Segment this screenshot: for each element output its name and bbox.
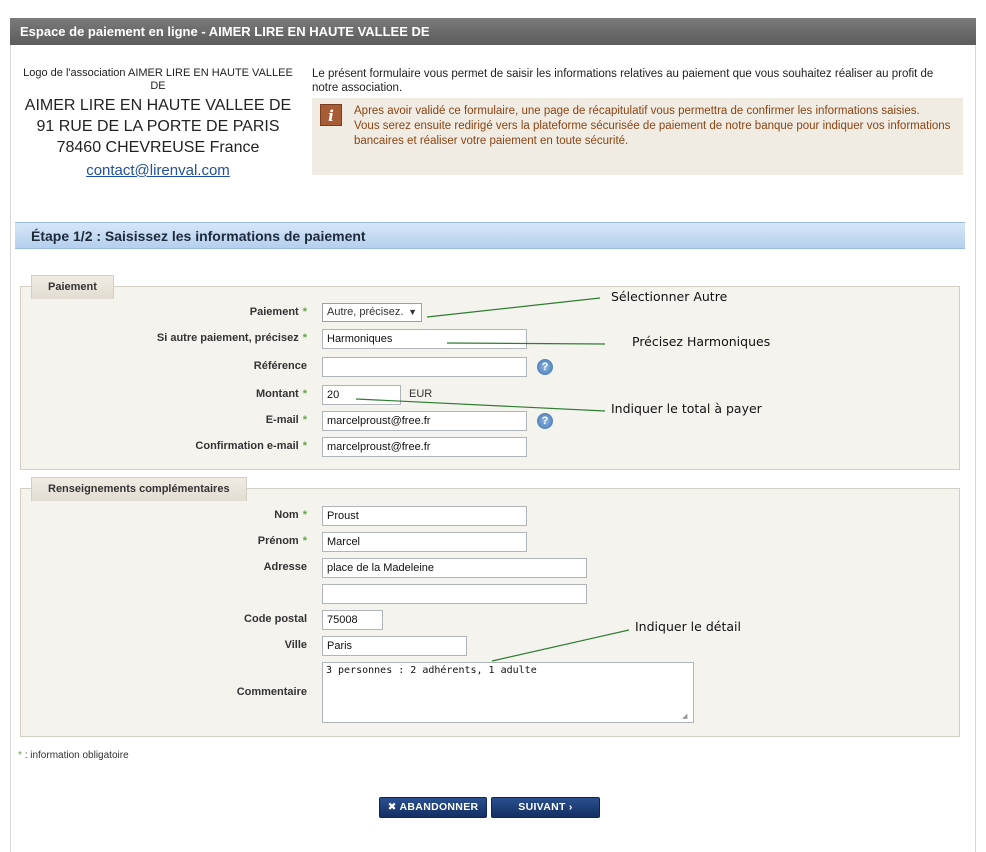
montant-unit: EUR <box>409 388 433 400</box>
autre-row: Si autre paiement, précisez * Harmoniques <box>21 329 959 349</box>
cancel-button[interactable]: ✖ ABANDONNER <box>379 797 487 818</box>
ville-input[interactable]: Paris <box>322 636 467 656</box>
association-address: 91 RUE DE LA PORTE DE PARIS <box>36 118 280 135</box>
info-icon: i <box>320 104 342 126</box>
resize-grip-icon[interactable]: ◢ <box>682 712 687 720</box>
cp-input[interactable]: 75008 <box>322 610 383 630</box>
cp-row: Code postal 75008 <box>21 610 959 630</box>
email-confirm-row: Confirmation e-mail * marcelproust@free.f… <box>21 437 959 457</box>
commentaire-textarea[interactable]: 3 personnes : 2 adhérents, 1 adulte <box>322 662 694 723</box>
annotation-detail: Indiquer le détail <box>635 619 741 634</box>
nom-input[interactable]: Proust <box>322 506 527 526</box>
commentaire-row: Commentaire 3 personnes : 2 adhérents, 1… <box>21 662 959 723</box>
mandatory-note-text: : information obligatoire <box>24 750 129 761</box>
paiement-label: Paiement <box>249 306 299 318</box>
annotation-precisez: Précisez Harmoniques <box>632 334 771 349</box>
extra-legend: Renseignements complémentaires <box>31 477 247 501</box>
email-input[interactable]: marcelproust@free.fr <box>322 411 527 431</box>
paiement-select-value: Autre, précisez. <box>327 306 404 318</box>
association-logo: Logo de l'association AIMER LIRE EN HAUT… <box>23 67 293 92</box>
reference-input[interactable] <box>322 357 527 377</box>
required-marker: * <box>302 535 307 547</box>
info-line-1: Apres avoir validé ce formulaire, une pa… <box>354 105 920 117</box>
required-marker: * <box>302 440 307 452</box>
help-icon[interactable]: ? <box>537 413 553 429</box>
required-marker: * <box>18 750 22 761</box>
prenom-label: Prénom <box>257 535 299 547</box>
ville-row: Ville Paris <box>21 636 959 656</box>
association-email-link[interactable]: contact@lirenval.com <box>86 162 230 179</box>
payment-legend: Paiement <box>31 275 114 299</box>
next-button[interactable]: SUIVANT › <box>491 797 600 818</box>
adresse-row: Adresse place de la Madeleine <box>21 558 959 578</box>
nom-row: Nom * Proust <box>21 506 959 526</box>
adresse-label: Adresse <box>263 561 307 573</box>
mandatory-note: * : information obligatoire <box>18 750 129 761</box>
payment-section: Paiement Paiement * Autre, précisez. ▼ Si… <box>20 275 960 470</box>
prenom-row: Prénom * Marcel <box>21 532 959 552</box>
cancel-button-label: ABANDONNER <box>399 801 479 813</box>
email-confirm-input[interactable]: marcelproust@free.fr <box>322 437 527 457</box>
commentaire-label: Commentaire <box>236 686 307 698</box>
autre-label: Si autre paiement, précisez <box>156 332 299 344</box>
autre-input[interactable]: Harmoniques <box>322 329 527 349</box>
email-confirm-label: Confirmation e-mail <box>195 440 299 452</box>
annotation-total: Indiquer le total à payer <box>611 401 762 416</box>
association-name: AIMER LIRE EN HAUTE VALLEE DE <box>24 97 292 114</box>
required-marker: * <box>302 332 307 344</box>
cp-label: Code postal <box>244 613 307 625</box>
association-block: Logo de l'association AIMER LIRE EN HAUT… <box>22 67 294 179</box>
chevron-right-icon: › <box>568 801 573 813</box>
adresse2-row <box>21 584 959 604</box>
adresse-input[interactable]: place de la Madeleine <box>322 558 587 578</box>
required-marker: * <box>302 509 307 521</box>
paiement-row: Paiement * Autre, précisez. ▼ <box>21 303 959 323</box>
paiement-select[interactable]: Autre, précisez. ▼ <box>322 303 422 322</box>
email-row: E-mail * marcelproust@free.fr ? <box>21 411 959 431</box>
reference-label: Référence <box>253 360 307 372</box>
next-button-label: SUIVANT <box>518 801 566 813</box>
required-marker: * <box>302 306 307 318</box>
info-box: i Apres avoir validé ce formulaire, une … <box>312 98 963 175</box>
adresse2-input[interactable] <box>322 584 587 604</box>
ville-label: Ville <box>284 639 307 651</box>
page-title: Espace de paiement en ligne - AIMER LIRE… <box>10 18 976 45</box>
email-label: E-mail <box>265 414 299 426</box>
close-icon: ✖ <box>387 801 397 813</box>
montant-row: Montant * 20 EUR <box>21 385 959 405</box>
required-marker: * <box>302 414 307 426</box>
montant-label: Montant <box>255 388 299 400</box>
help-icon[interactable]: ? <box>537 359 553 375</box>
required-marker: * <box>302 388 307 400</box>
annotation-select-autre: Sélectionner Autre <box>611 289 728 304</box>
extra-section: Renseignements complémentaires Nom * Prou… <box>20 477 960 737</box>
step-header: Étape 1/2 : Saisissez les informations d… <box>15 222 965 249</box>
intro-text: Le présent formulaire vous permet de sai… <box>312 68 934 94</box>
association-city: 78460 CHEVREUSE France <box>56 139 260 156</box>
chevron-down-icon: ▼ <box>408 307 417 317</box>
info-line-2: Vous serez ensuite redirigé vers la plat… <box>354 120 951 147</box>
montant-input[interactable]: 20 <box>322 385 401 405</box>
prenom-input[interactable]: Marcel <box>322 532 527 552</box>
reference-row: Référence ? <box>21 357 959 377</box>
nom-label: Nom <box>274 509 299 521</box>
